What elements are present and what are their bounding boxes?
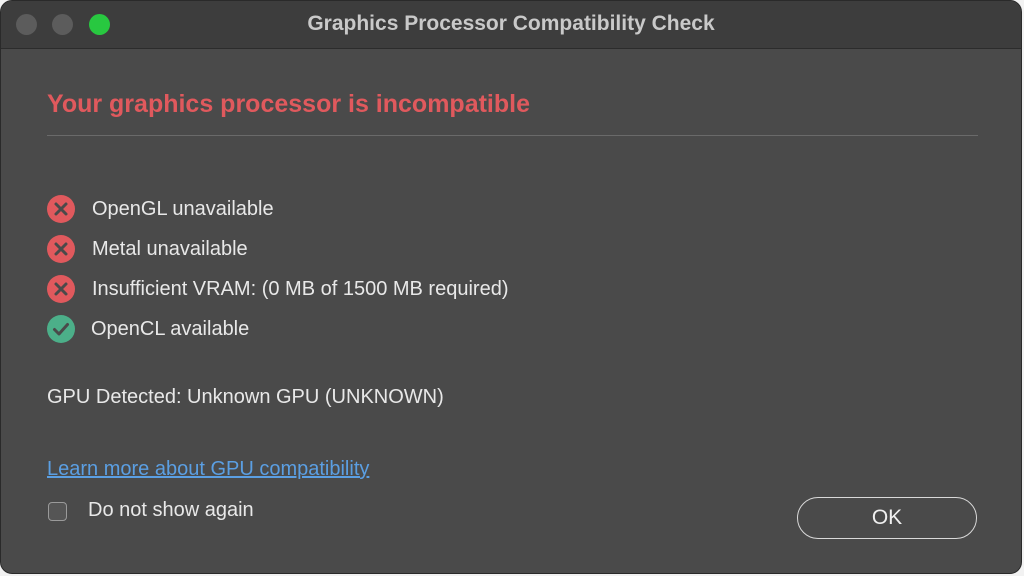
title-bar[interactable]: Graphics Processor Compatibility Check: [1, 1, 1021, 49]
check-label: Metal unavailable: [92, 237, 248, 260]
window-title: Graphics Processor Compatibility Check: [307, 12, 715, 35]
check-item-opengl: OpenGL unavailable: [46, 189, 508, 229]
compatibility-check-list: OpenGL unavailable Metal unavailable Ins…: [46, 189, 508, 349]
heading-divider: [47, 135, 978, 136]
learn-more-gpu-link[interactable]: Learn more about GPU compatibility: [47, 458, 369, 481]
x-circle-icon: [47, 235, 75, 263]
error-heading: Your graphics processor is incompatible: [47, 90, 530, 118]
do-not-show-again-label[interactable]: Do not show again: [88, 499, 254, 522]
check-label: OpenCL available: [91, 317, 250, 340]
x-circle-icon: [47, 275, 75, 303]
ok-button[interactable]: OK: [797, 497, 977, 539]
x-circle-icon: [47, 195, 75, 223]
dialog-window: Graphics Processor Compatibility Check Y…: [0, 0, 1022, 574]
do-not-show-again-checkbox[interactable]: [48, 502, 67, 521]
check-label: Insufficient VRAM: (0 MB of 1500 MB requ…: [92, 277, 509, 300]
gpu-detected-text: GPU Detected: Unknown GPU (UNKNOWN): [47, 386, 444, 408]
check-circle-icon: [47, 315, 75, 343]
check-item-opencl: OpenCL available: [46, 309, 508, 349]
check-label: OpenGL unavailable: [92, 197, 274, 220]
check-item-metal: Metal unavailable: [46, 229, 508, 269]
check-item-vram: Insufficient VRAM: (0 MB of 1500 MB requ…: [46, 269, 508, 309]
